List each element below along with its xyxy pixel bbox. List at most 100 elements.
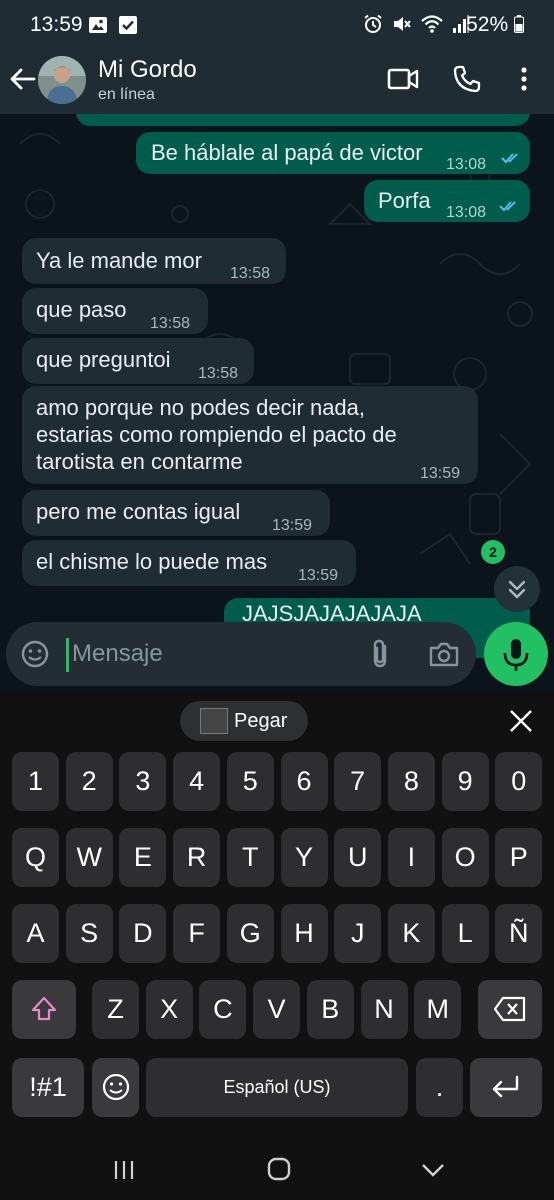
message-text: el chisme lo puede mas <box>36 549 268 574</box>
key-u[interactable]: U <box>334 828 382 887</box>
key-l[interactable]: L <box>441 904 489 963</box>
key-r[interactable]: R <box>173 828 221 887</box>
key-b[interactable]: B <box>306 980 354 1039</box>
avatar[interactable] <box>38 56 86 104</box>
shift-icon <box>31 996 57 1021</box>
message-line: tarotista en contarme <box>36 449 243 474</box>
enter-icon <box>492 1075 519 1098</box>
key-j[interactable]: J <box>334 904 382 963</box>
backspace-key[interactable] <box>478 980 542 1039</box>
microphone-icon <box>503 639 529 671</box>
key-g[interactable]: G <box>226 904 274 963</box>
key-o[interactable]: O <box>441 828 489 887</box>
message-input[interactable] <box>72 632 352 676</box>
message-line: estarias como rompiendo el pacto de <box>36 422 397 447</box>
text-cursor <box>66 638 69 672</box>
key-n[interactable]: N <box>360 980 408 1039</box>
message-time: 13:58 <box>198 365 239 382</box>
key-e[interactable]: E <box>119 828 167 887</box>
message-line: amo porque no podes decir nada, <box>36 395 366 420</box>
status-bar: 13:59 52% <box>0 0 554 52</box>
message-text: que paso <box>36 297 127 322</box>
period-key[interactable]: . <box>416 1058 463 1117</box>
key-4[interactable]: 4 <box>173 752 221 811</box>
key-d[interactable]: D <box>119 904 167 963</box>
key-y[interactable]: Y <box>280 828 328 887</box>
message-bubble[interactable]: amo porque no podes decir nada, estarias… <box>22 386 478 484</box>
message-bubble[interactable]: que preguntoi 13:58 <box>22 338 254 384</box>
message-time: 13:59 <box>272 517 313 534</box>
scroll-to-bottom-button[interactable] <box>494 566 540 612</box>
key-z[interactable]: Z <box>92 980 139 1039</box>
key-ñ[interactable]: Ñ <box>495 904 543 963</box>
key-5[interactable]: 5 <box>226 752 274 811</box>
message-bubble[interactable]: que paso 13:58 <box>22 288 208 334</box>
key-k[interactable]: K <box>387 904 435 963</box>
message-bubble[interactable]: pero me contas igual 13:59 <box>22 490 330 536</box>
key-2[interactable]: 2 <box>65 752 113 811</box>
emoji-key[interactable] <box>92 1058 139 1117</box>
key-i[interactable]: I <box>387 828 435 887</box>
unread-count-badge[interactable]: 2 <box>481 540 505 564</box>
message-bubble[interactable]: Be háblale al papá de victor 13:08 <box>136 132 530 174</box>
close-icon[interactable] <box>506 706 536 736</box>
home-icon[interactable] <box>266 1156 292 1182</box>
enter-key[interactable] <box>470 1058 542 1117</box>
paste-clipboard-button[interactable]: Pegar <box>180 701 308 741</box>
key-s[interactable]: S <box>65 904 113 963</box>
camera-icon[interactable] <box>428 640 460 668</box>
message-composer <box>6 622 476 686</box>
contact-name[interactable]: Mi Gordo <box>98 56 197 84</box>
key-a[interactable]: A <box>12 904 59 963</box>
key-q[interactable]: Q <box>12 828 59 887</box>
more-options-icon[interactable] <box>512 64 536 94</box>
key-v[interactable]: V <box>253 980 301 1039</box>
paste-label: Pegar <box>234 710 288 732</box>
key-x[interactable]: X <box>145 980 193 1039</box>
battery-icon <box>514 15 524 33</box>
phone-icon[interactable] <box>452 64 482 94</box>
attach-icon[interactable] <box>368 638 394 670</box>
key-t[interactable]: T <box>226 828 274 887</box>
message-bubble[interactable]: Porfa 13:08 <box>364 180 530 222</box>
message-text: que preguntoi <box>36 347 171 372</box>
message-bubble[interactable]: Ya le mande mor 13:58 <box>22 238 286 284</box>
keyboard-hide-chevron-icon[interactable] <box>420 1158 446 1182</box>
symbols-key[interactable]: !#1 <box>12 1058 84 1117</box>
emoji-icon[interactable] <box>20 639 50 669</box>
key-1[interactable]: 1 <box>12 752 59 811</box>
message-time: 13:59 <box>298 567 339 584</box>
recent-apps-icon[interactable] <box>112 1158 136 1182</box>
key-0[interactable]: 0 <box>495 752 543 811</box>
key-p[interactable]: P <box>495 828 543 887</box>
check-box-icon <box>119 16 137 34</box>
video-call-icon[interactable] <box>386 64 420 94</box>
key-7[interactable]: 7 <box>334 752 382 811</box>
avatar-photo <box>38 56 86 104</box>
status-time: 13:59 <box>30 13 83 36</box>
alarm-icon <box>364 14 382 33</box>
space-key[interactable]: Español (US) <box>146 1058 408 1117</box>
key-w[interactable]: W <box>65 828 113 887</box>
message-text: Porfa <box>378 188 431 213</box>
message-bubble[interactable]: el chisme lo puede mas 13:59 <box>22 540 356 586</box>
shift-key[interactable] <box>12 980 76 1039</box>
voice-message-button[interactable] <box>484 622 548 686</box>
message-bubble-previous <box>76 114 530 126</box>
key-h[interactable]: H <box>280 904 328 963</box>
key-3[interactable]: 3 <box>119 752 167 811</box>
message-text: Ya le mande mor <box>36 248 202 273</box>
back-arrow-icon[interactable] <box>8 64 38 94</box>
wifi-icon <box>421 15 443 33</box>
key-8[interactable]: 8 <box>387 752 435 811</box>
chat-message-list[interactable]: Be háblale al papá de victor 13:08 Porfa… <box>0 114 554 692</box>
key-f[interactable]: F <box>173 904 221 963</box>
key-c[interactable]: C <box>199 980 247 1039</box>
message-text: pero me contas igual <box>36 499 241 524</box>
key-9[interactable]: 9 <box>441 752 489 811</box>
whatsapp-chat-screen: 13:59 52% Mi Gordo en línea Be háblale a… <box>0 0 554 1200</box>
key-6[interactable]: 6 <box>280 752 328 811</box>
message-time: 13:58 <box>150 315 191 332</box>
key-m[interactable]: M <box>414 980 462 1039</box>
message-time: 13:08 <box>446 156 487 173</box>
